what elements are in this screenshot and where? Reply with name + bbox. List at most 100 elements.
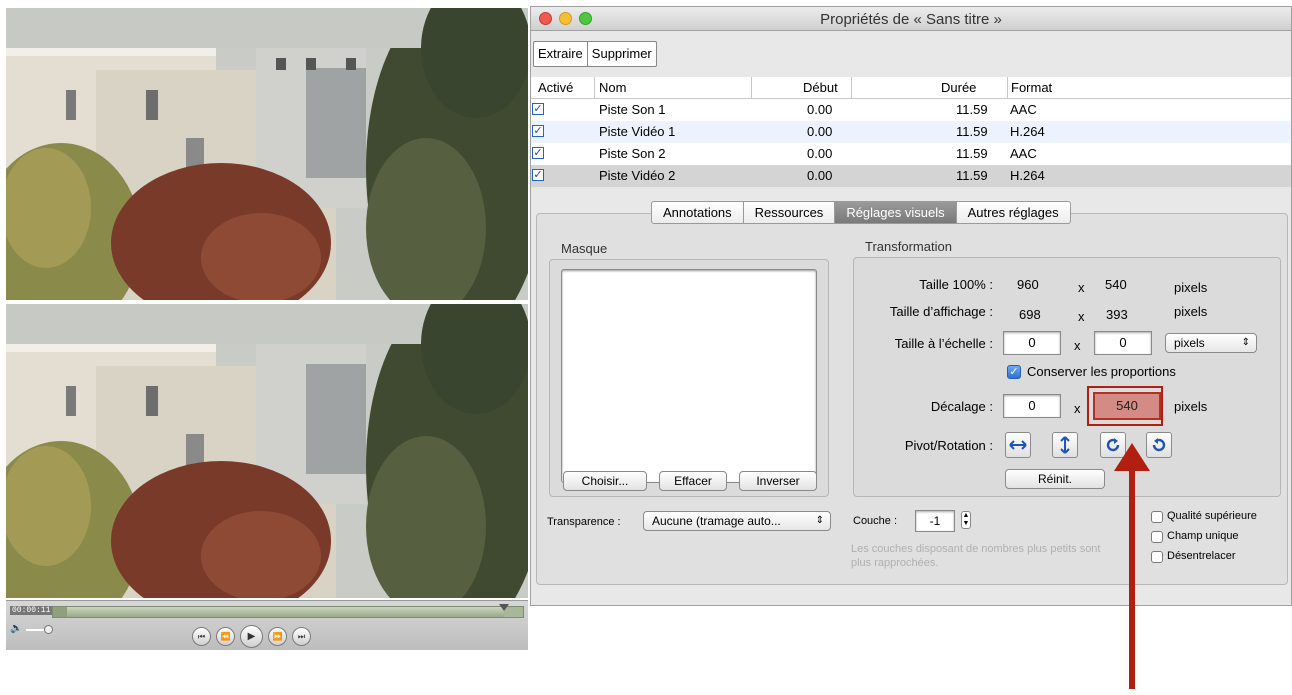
track-toolbar: Extraire Supprimer (533, 41, 657, 67)
transparency-popup[interactable]: Aucune (tramage auto... ⇕ (643, 511, 831, 531)
volume-icon[interactable]: 🔈 (10, 623, 22, 634)
layer-field[interactable]: -1 (915, 510, 955, 532)
transport-controls: ⏮ ⏪ ▶ ⏩ ⏭ (192, 625, 311, 648)
go-to-end-icon[interactable]: ⏭ (292, 627, 311, 646)
rewind-icon[interactable]: ⏪ (216, 627, 235, 646)
offset-unit: pixels (1174, 399, 1208, 414)
clear-button[interactable]: Effacer (659, 471, 727, 491)
delete-button[interactable]: Supprimer (586, 42, 656, 66)
deinterlace-label: Désentrelacer (1167, 550, 1236, 562)
track-start: 0.00 (807, 168, 833, 183)
track-enabled-checkbox[interactable]: ✓ (532, 147, 544, 159)
display-size-label: Taille d’affichage : (889, 304, 993, 319)
pivot-rotation-label: Pivot/Rotation : (904, 438, 993, 453)
size100-width: 960 (1017, 277, 1039, 292)
col-duration[interactable]: Durée (941, 80, 976, 95)
table-row[interactable]: ✓ Piste Son 1 0.00 11.59 AAC (531, 99, 1291, 121)
track-enabled-checkbox[interactable]: ✓ (532, 103, 544, 115)
scale-width-field[interactable]: 0 (1003, 331, 1061, 355)
times-sign: x (1078, 280, 1085, 295)
track-name: Piste Son 2 (599, 146, 666, 161)
scrubber-loaded (53, 607, 505, 617)
transparency-value: Aucune (tramage auto... (652, 514, 781, 528)
tab-bar: Annotations Ressources Réglages visuels … (651, 201, 1071, 224)
title-bar[interactable]: Propriétés de « Sans titre » (531, 7, 1291, 31)
single-field-label: Champ unique (1167, 530, 1239, 542)
tracks-table: Activé Nom Début Durée Format ✓ Piste So… (531, 77, 1291, 187)
go-to-start-icon[interactable]: ⏮ (192, 627, 211, 646)
col-enabled[interactable]: Activé (538, 80, 573, 95)
flip-vertical-icon[interactable] (1052, 432, 1078, 458)
unit-popup[interactable]: pixels ⇕ (1165, 333, 1257, 353)
window-title: Propriétés de « Sans titre » (820, 11, 1002, 28)
video-frame-top (6, 8, 528, 300)
transparency-label: Transparence : (547, 516, 621, 528)
track-format: H.264 (1010, 124, 1045, 139)
track-duration: 11.59 (956, 168, 988, 183)
scale-size-label: Taille à l’échelle : (894, 336, 993, 351)
display-height: 393 (1106, 307, 1128, 322)
display-unit: pixels (1174, 304, 1208, 319)
track-name: Piste Vidéo 2 (599, 168, 676, 183)
track-duration: 11.59 (956, 102, 988, 117)
player-controls: 00:00:11 🔈 ⏮ ⏪ ▶ ⏩ ⏭ (6, 600, 528, 650)
scale-height-field[interactable]: 0 (1094, 331, 1152, 355)
layer-hint: Les couches disposant de nombres plus pe… (851, 543, 1101, 569)
table-row[interactable]: ✓ Piste Son 2 0.00 11.59 AAC (531, 143, 1291, 165)
tracks-header: Activé Nom Début Durée Format (531, 77, 1291, 99)
tab-other-settings[interactable]: Autres réglages (955, 202, 1070, 223)
properties-window: Propriétés de « Sans titre » Extraire Su… (530, 6, 1292, 606)
times-sign: x (1074, 338, 1081, 353)
scrubber-played (53, 607, 68, 617)
layer-stepper[interactable]: ▲ ▼ (961, 511, 971, 529)
size100-label: Taille 100% : (919, 277, 993, 292)
volume-knob[interactable] (44, 625, 53, 634)
track-enabled-checkbox[interactable]: ✓ (532, 125, 544, 137)
play-icon[interactable]: ▶ (240, 625, 263, 648)
highlight-box (1087, 386, 1163, 426)
track-duration: 11.59 (956, 124, 988, 139)
video-player: 00:00:11 🔈 ⏮ ⏪ ▶ ⏩ ⏭ (6, 8, 528, 650)
track-enabled-checkbox[interactable]: ✓ (532, 169, 544, 181)
keep-ratio-checkbox[interactable]: ✓ (1007, 365, 1021, 379)
offset-label: Décalage : (930, 399, 993, 414)
mask-image-well[interactable] (561, 269, 817, 483)
track-duration: 11.59 (956, 146, 988, 161)
table-row-selected[interactable]: ✓ Piste Vidéo 2 0.00 11.59 H.264 (531, 165, 1291, 187)
col-start[interactable]: Début (803, 80, 838, 95)
playhead[interactable] (499, 604, 510, 611)
tab-resources[interactable]: Ressources (742, 202, 835, 223)
popup-arrows-icon: ⇕ (1241, 337, 1250, 348)
col-format[interactable]: Format (1011, 80, 1052, 95)
annotation-arrow (1114, 443, 1150, 689)
fast-forward-icon[interactable]: ⏩ (268, 627, 287, 646)
unit-value: pixels (1174, 336, 1205, 350)
track-format: AAC (1010, 102, 1037, 117)
popup-arrows-icon: ⇕ (815, 515, 824, 526)
track-format: H.264 (1010, 168, 1045, 183)
track-format: AAC (1010, 146, 1037, 161)
scrubber[interactable] (52, 604, 524, 618)
transform-title: Transformation (865, 239, 952, 254)
volume-slider[interactable] (26, 629, 46, 631)
keep-ratio-label: Conserver les proportions (1027, 364, 1176, 379)
offset-x-field[interactable]: 0 (1003, 394, 1061, 418)
tab-annotations[interactable]: Annotations (652, 202, 743, 223)
times-sign: x (1074, 401, 1081, 416)
display-width: 698 (1019, 307, 1041, 322)
tab-visual-settings[interactable]: Réglages visuels (834, 202, 956, 223)
high-quality-label: Qualité supérieure (1167, 510, 1257, 522)
invert-button[interactable]: Inverser (739, 471, 817, 491)
screen: 00:00:11 🔈 ⏮ ⏪ ▶ ⏩ ⏭ Propriétés de « San… (0, 0, 1292, 695)
extract-button[interactable]: Extraire (534, 42, 587, 66)
col-name[interactable]: Nom (599, 80, 626, 95)
track-name: Piste Vidéo 1 (599, 124, 676, 139)
size100-height: 540 (1105, 277, 1127, 292)
table-row[interactable]: ✓ Piste Vidéo 1 0.00 11.59 H.264 (531, 121, 1291, 143)
times-sign: x (1078, 309, 1085, 324)
choose-button[interactable]: Choisir... (563, 471, 647, 491)
track-start: 0.00 (807, 124, 833, 139)
reset-button[interactable]: Réinit. (1005, 469, 1105, 489)
flip-horizontal-icon[interactable] (1005, 432, 1031, 458)
size100-unit: pixels (1174, 280, 1208, 295)
